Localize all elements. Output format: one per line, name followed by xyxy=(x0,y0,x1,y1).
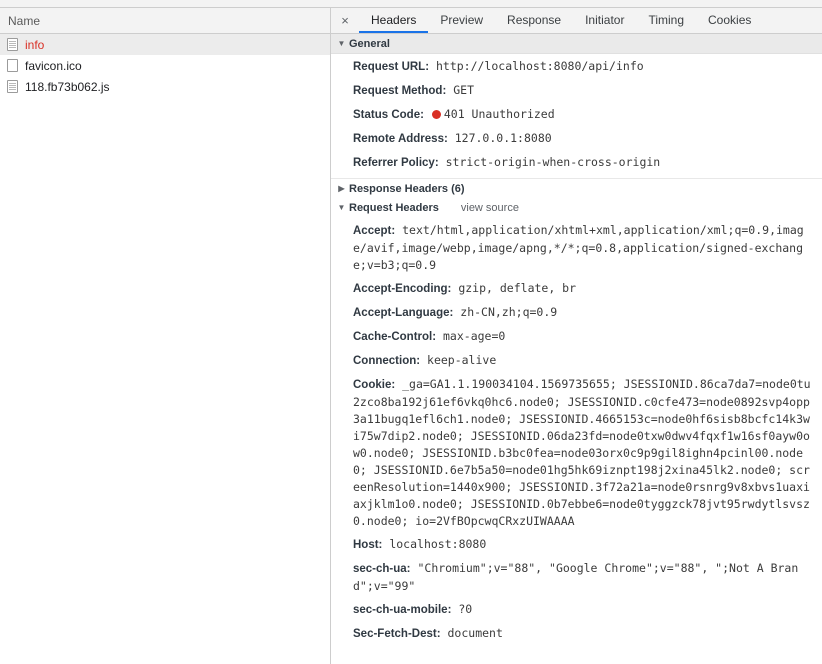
request-row-label: favicon.ico xyxy=(25,58,82,73)
request-row-script[interactable]: 118.fb73b062.js xyxy=(0,76,330,97)
section-header-request-headers[interactable]: ▼ Request Headers view source xyxy=(331,198,822,218)
tab-label: Cookies xyxy=(708,12,752,27)
row-key: Accept-Encoding: xyxy=(353,283,452,295)
column-header-name[interactable]: Name xyxy=(0,14,40,28)
header-row-accept-encoding: Accept-Encoding: gzip, deflate, br xyxy=(331,280,822,298)
request-row-label: info xyxy=(25,37,45,52)
row-key: Remote Address: xyxy=(353,133,448,145)
row-key: Cookie: xyxy=(353,379,396,391)
header-row-sec-fetch-dest: Sec-Fetch-Dest: document xyxy=(331,625,822,643)
chevron-down-icon: ▼ xyxy=(337,38,346,48)
header-row-sec-ch-ua-mobile: sec-ch-ua-mobile: ?0 xyxy=(331,601,822,619)
row-key: Request Method: xyxy=(353,85,447,97)
row-value: GET xyxy=(453,83,474,97)
row-key: Accept: xyxy=(353,225,396,237)
devtools-network-panel: Name info favicon.ico 118.fb73b062.js × … xyxy=(0,0,822,664)
request-headers-rows: Accept: text/html,application/xhtml+xml,… xyxy=(331,218,822,643)
panel-top-strip xyxy=(0,0,822,8)
request-list-body[interactable]: info favicon.ico 118.fb73b062.js xyxy=(0,34,330,664)
general-row-request-method: Request Method: GET xyxy=(331,82,822,100)
general-row-status-code: Status Code: 401 Unauthorized xyxy=(331,106,822,124)
general-row-remote-address: Remote Address: 127.0.0.1:8080 xyxy=(331,130,822,148)
request-list-header: Name xyxy=(0,8,330,34)
document-icon xyxy=(7,38,18,51)
request-row-info[interactable]: info xyxy=(0,34,330,55)
request-row-label: 118.fb73b062.js xyxy=(25,79,110,94)
request-row-favicon[interactable]: favicon.ico xyxy=(0,55,330,76)
row-key: Host: xyxy=(353,539,383,551)
request-details-pane: × Headers Preview Response Initiator Tim… xyxy=(331,8,822,664)
tab-initiator[interactable]: Initiator xyxy=(573,8,636,33)
row-value: zh-CN,zh;q=0.9 xyxy=(460,305,558,319)
tab-response[interactable]: Response xyxy=(495,8,573,33)
chevron-right-icon: ▶ xyxy=(338,183,345,193)
blank-file-icon xyxy=(7,59,18,72)
header-row-host: Host: localhost:8080 xyxy=(331,536,822,554)
tab-preview[interactable]: Preview xyxy=(428,8,495,33)
tab-label: Headers xyxy=(371,12,417,27)
row-value: strict-origin-when-cross-origin xyxy=(445,155,661,169)
row-value: max-age=0 xyxy=(443,329,506,343)
header-row-accept: Accept: text/html,application/xhtml+xml,… xyxy=(331,222,822,274)
row-value: ?0 xyxy=(458,602,473,616)
status-error-dot-icon xyxy=(431,110,441,119)
row-key: sec-ch-ua-mobile: xyxy=(353,604,452,616)
tab-headers[interactable]: Headers xyxy=(359,8,429,33)
row-value: 127.0.0.1:8080 xyxy=(454,131,552,145)
row-key: Status Code: xyxy=(353,109,424,121)
row-value: http://localhost:8080/api/info xyxy=(435,59,644,73)
general-row-request-url: Request URL: http://localhost:8080/api/i… xyxy=(331,58,822,76)
row-key: Referrer Policy: xyxy=(353,157,439,169)
row-value: 401 Unauthorized xyxy=(443,107,555,121)
script-icon xyxy=(7,80,18,93)
row-key: Request URL: xyxy=(353,61,430,73)
row-key: sec-ch-ua: xyxy=(353,563,411,575)
panel-panes: Name info favicon.ico 118.fb73b062.js × … xyxy=(0,8,822,664)
view-source-link[interactable]: view source xyxy=(461,202,519,214)
section-header-response-headers[interactable]: ▶ Response Headers (6) xyxy=(331,178,822,198)
row-value: text/html,application/xhtml+xml,applicat… xyxy=(353,223,804,272)
chevron-down-icon: ▼ xyxy=(337,203,346,212)
section-header-general[interactable]: ▼ General xyxy=(331,34,822,54)
row-value: keep-alive xyxy=(427,353,497,367)
close-icon[interactable]: × xyxy=(331,8,359,33)
general-row-referrer-policy: Referrer Policy: strict-origin-when-cros… xyxy=(331,154,822,172)
row-key: Sec-Fetch-Dest: xyxy=(353,628,441,640)
tab-cookies[interactable]: Cookies xyxy=(696,8,763,33)
details-tabbar: × Headers Preview Response Initiator Tim… xyxy=(331,8,822,34)
section-title: General xyxy=(349,37,390,50)
row-value: "Chromium";v="88", "Google Chrome";v="88… xyxy=(353,561,799,593)
tab-label: Preview xyxy=(440,12,484,27)
section-title: Request Headers xyxy=(349,202,439,214)
request-list-pane: Name info favicon.ico 118.fb73b062.js xyxy=(0,8,331,664)
tab-label: Response xyxy=(507,12,562,27)
tab-label: Timing xyxy=(648,12,685,27)
general-rows: Request URL: http://localhost:8080/api/i… xyxy=(331,54,822,172)
row-key: Connection: xyxy=(353,355,421,367)
header-row-accept-language: Accept-Language: zh-CN,zh;q=0.9 xyxy=(331,304,822,322)
row-value: gzip, deflate, br xyxy=(458,281,577,295)
header-row-cookie: Cookie: _ga=GA1.1.190034104.1569735655; … xyxy=(331,376,822,530)
header-row-cache-control: Cache-Control: max-age=0 xyxy=(331,328,822,346)
row-value: localhost:8080 xyxy=(389,537,487,551)
headers-content: ▼ General Request URL: http://localhost:… xyxy=(331,34,822,664)
tab-label: Initiator xyxy=(585,12,625,27)
header-row-sec-ch-ua: sec-ch-ua: "Chromium";v="88", "Google Ch… xyxy=(331,560,822,595)
row-value: _ga=GA1.1.190034104.1569735655; JSESSION… xyxy=(353,377,811,528)
row-key: Cache-Control: xyxy=(353,331,437,343)
section-title: Response Headers (6) xyxy=(349,182,465,195)
header-row-connection: Connection: keep-alive xyxy=(331,352,822,370)
row-key: Accept-Language: xyxy=(353,307,454,319)
tab-timing[interactable]: Timing xyxy=(636,8,696,33)
row-value: document xyxy=(447,626,503,640)
